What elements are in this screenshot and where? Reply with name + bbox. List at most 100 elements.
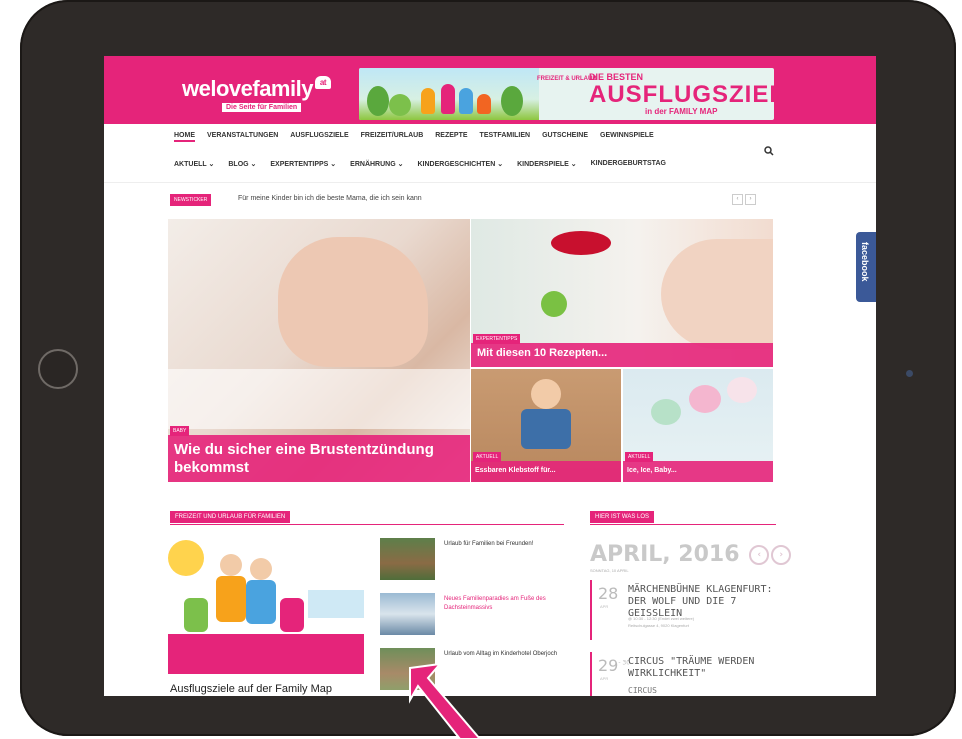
ice-cream-scoop: [727, 377, 757, 403]
event-subtitle: CIRCUS: [628, 686, 657, 695]
hero-top-right-title[interactable]: Mit diesen 10 Rezepten...: [477, 347, 607, 359]
facebook-label: facebook: [860, 242, 870, 282]
section-label-freizeit[interactable]: FREIZEIT UND URLAUB FÜR FAMILIEN: [170, 511, 291, 523]
family-figure: [280, 598, 304, 632]
kid-figure: [421, 88, 435, 114]
hero-bottom-right-article[interactable]: AKTUELL Ice, Ice, Baby...: [623, 369, 773, 482]
landscape: [308, 590, 364, 618]
family-figure: [246, 580, 276, 624]
family-figure: [220, 554, 242, 576]
nav-item-home[interactable]: HOME: [174, 132, 195, 142]
tree-icon: [367, 86, 389, 116]
nav-item-kindergeschichten[interactable]: KINDERGESCHICHTEN ⌄: [417, 160, 503, 168]
event-month: APR: [600, 604, 609, 609]
pointer-arrow-icon: [409, 662, 482, 739]
ticker-controls: ‹ ›: [732, 194, 756, 205]
newsticker-text[interactable]: Für meine Kinder bin ich die beste Mama,…: [238, 195, 422, 202]
ticker-next-button[interactable]: ›: [745, 194, 756, 205]
banner-headline: AUSFLUGSZIELE: [589, 81, 774, 108]
hero-bottom-left-title[interactable]: Essbaren Klebstoff für...: [475, 467, 556, 474]
hero-main-title[interactable]: Wie du sicher eine Brustentzündung bekom…: [174, 441, 464, 477]
nav-item-ernaehrung[interactable]: ERNÄHRUNG ⌄: [350, 160, 403, 168]
feature-title[interactable]: Ausflugsziele auf der Family Map: [170, 683, 332, 695]
ice-cream-scoop: [651, 399, 681, 425]
chevron-right-icon[interactable]: ›: [771, 545, 792, 565]
logo-text: welovefamily: [182, 76, 313, 101]
event-location: Reitschulgasse 4, 9020 Klagenfurt: [628, 623, 689, 628]
category-badge[interactable]: AKTUELL: [625, 452, 654, 462]
primary-nav: HOME VERANSTALTUNGEN AUSFLUGSZIELE FREIZ…: [174, 132, 654, 142]
site-header: welovefamily at Die Seite für Familien FR…: [104, 56, 876, 124]
event-day: 29- 30: [598, 656, 630, 675]
calendar-subheader: SONNTAG, 10 APRIL: [590, 568, 629, 573]
facebook-tab[interactable]: facebook: [856, 232, 876, 302]
nav-item-rezepte[interactable]: REZEPTE: [435, 132, 467, 142]
category-badge[interactable]: EXPERTENTIPPS: [473, 334, 521, 344]
nav-item-kinderspiele[interactable]: KINDERSPIELE ⌄: [517, 160, 577, 168]
ice-cream-scoop: [689, 385, 721, 413]
ticker-prev-button[interactable]: ‹: [732, 194, 743, 205]
apple-image: [541, 291, 567, 317]
section-label-events[interactable]: HIER IST WAS LOS: [590, 511, 655, 523]
event-title[interactable]: MÄRCHENBÜHNE KLAGENFURT: DER WOLF UND DI…: [628, 584, 774, 620]
calendar-header: APRIL, 2016 ‹ ›: [590, 542, 792, 567]
event-item[interactable]: 28 APR MÄRCHENBÜHNE KLAGENFURT: DER WOLF…: [590, 580, 778, 640]
kid-figure: [441, 84, 455, 114]
nav-item-gutscheine[interactable]: GUTSCHEINE: [542, 132, 588, 142]
ad-banner[interactable]: FREIZEIT & URLAUB DIE BESTEN AUSFLUGSZIE…: [359, 68, 774, 120]
hero-top-right-article[interactable]: EXPERTENTIPPS Mit diesen 10 Rezepten...: [471, 219, 773, 367]
nav-item-testfamilien[interactable]: TESTFAMILIEN: [480, 132, 531, 142]
family-map-image[interactable]: [168, 540, 364, 674]
list-item-title[interactable]: Urlaub für Familien bei Freunden!: [444, 540, 533, 549]
family-figure: [250, 558, 272, 580]
nav-divider: [104, 182, 876, 183]
camera: [906, 370, 913, 377]
hero-main-article[interactable]: BABY Wie du sicher eine Brustentzündung …: [168, 219, 470, 482]
logo-tagline: Die Seite für Familien: [222, 103, 302, 112]
home-button[interactable]: [38, 349, 78, 389]
kid-figure: [459, 88, 473, 114]
category-badge[interactable]: BABY: [170, 426, 190, 436]
family-figure: [216, 576, 246, 622]
list-item[interactable]: Urlaub für Familien bei Freunden!: [380, 538, 560, 580]
event-item[interactable]: 29- 30 APR CIRCUS "TRÄUME WERDEN WIRKLIC…: [590, 652, 778, 696]
cherries-bowl: [551, 231, 611, 255]
site-logo[interactable]: welovefamily at: [182, 76, 331, 102]
nav-item-aktuell[interactable]: AKTUELL ⌄: [174, 160, 214, 168]
calendar-month: APRIL, 2016: [590, 542, 740, 567]
tree-icon: [389, 94, 411, 116]
blanket: [168, 369, 470, 429]
baby-image: [278, 237, 428, 367]
newsticker-label: NEWSTICKER: [170, 194, 212, 206]
child-shirt: [521, 409, 571, 449]
search-icon[interactable]: [764, 146, 774, 156]
nav-item-kindergeburtstag[interactable]: KINDERGEBURTSTAG: [591, 160, 666, 168]
event-day-number: 29: [598, 656, 619, 675]
list-item-title[interactable]: Urlaub vom Alltag im Kinderhotel Oberjoc…: [444, 650, 560, 659]
tree-icon: [501, 86, 523, 116]
family-figure: [184, 598, 208, 632]
sun-icon: [168, 540, 204, 576]
nav-item-ausflugsziele[interactable]: AUSFLUGSZIELE: [290, 132, 348, 142]
nav-item-blog[interactable]: BLOG ⌄: [228, 160, 256, 168]
chevron-left-icon[interactable]: ‹: [749, 545, 770, 565]
event-title[interactable]: CIRCUS "TRÄUME WERDEN WIRKLICHKEIT": [628, 656, 774, 680]
category-badge[interactable]: AKTUELL: [473, 452, 502, 462]
nav-item-freizeit-urlaub[interactable]: FREIZEIT/URLAUB: [361, 132, 424, 142]
hero-bottom-right-title[interactable]: Ice, Ice, Baby...: [627, 467, 677, 474]
banner-illustration: [359, 68, 539, 120]
hero-bottom-left-article[interactable]: AKTUELL Essbaren Klebstoff für...: [471, 369, 621, 482]
hotel-thumbnail: [380, 593, 435, 635]
secondary-nav: AKTUELL ⌄ BLOG ⌄ EXPERTENTIPPS ⌄ ERNÄHRU…: [174, 160, 666, 168]
child-image: [531, 379, 561, 409]
list-item[interactable]: Neues Familienparadies am Fuße des Dachs…: [380, 593, 560, 635]
list-item-title[interactable]: Neues Familienparadies am Fuße des Dachs…: [444, 595, 560, 613]
nav-item-gewinnspiele[interactable]: GEWINNSPIELE: [600, 132, 654, 142]
house-thumbnail: [380, 538, 435, 580]
browser-screen: welovefamily at Die Seite für Familien FR…: [104, 56, 876, 696]
event-time: @ 10:30 - 12:30 (Endet zwei weitere): [628, 616, 695, 621]
section-line: [170, 524, 564, 525]
nav-item-expertentipps[interactable]: EXPERTENTIPPS ⌄: [270, 160, 336, 168]
nav-item-veranstaltungen[interactable]: VERANSTALTUNGEN: [207, 132, 278, 142]
heart-icon: at: [314, 76, 331, 89]
